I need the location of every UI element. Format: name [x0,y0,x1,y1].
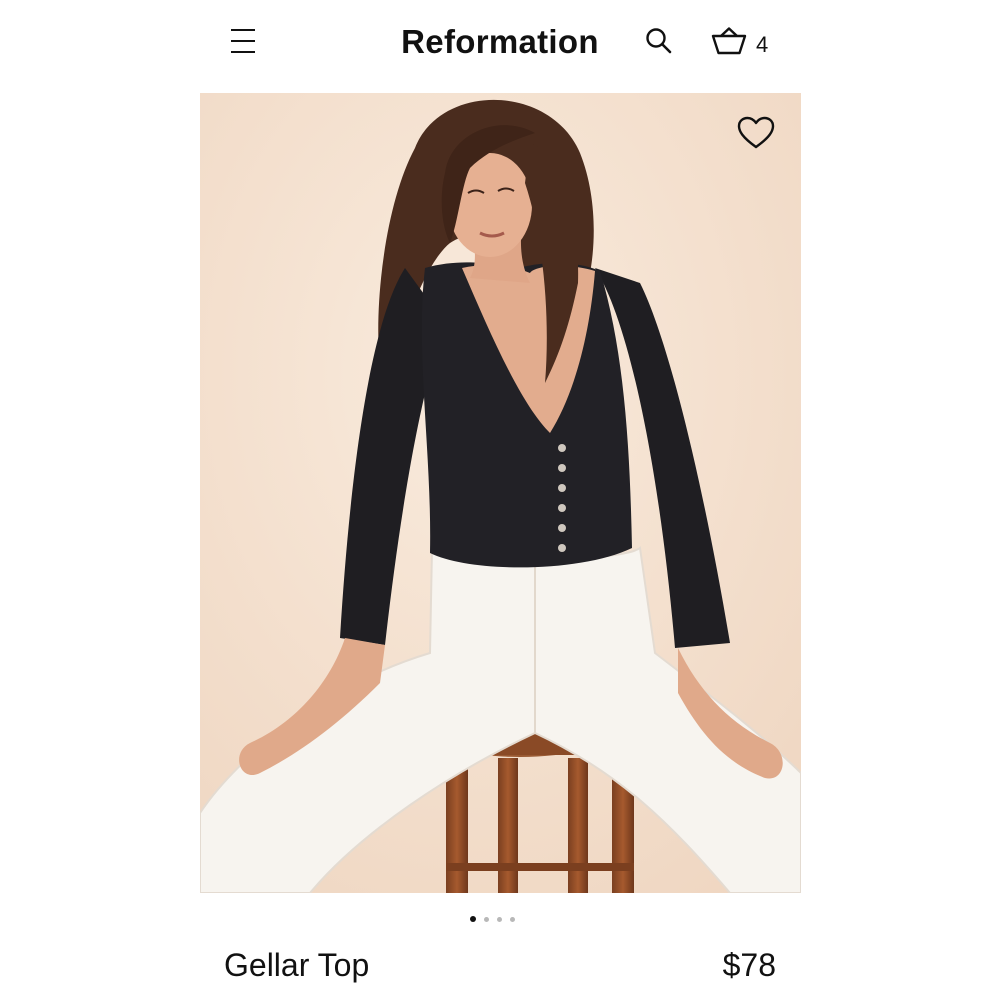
cart-button[interactable]: 4 [710,26,782,60]
carousel-dot-2[interactable] [484,916,489,922]
hamburger-menu-icon [231,29,255,53]
search-button[interactable] [644,26,674,56]
heart-outline-icon [737,116,775,149]
carousel-pagination [470,912,530,926]
product-price: $78 [722,947,776,983]
carousel-dot-3[interactable] [497,916,502,922]
wishlist-button[interactable] [736,115,776,151]
search-icon [646,28,672,54]
product-photo [200,93,801,893]
cart-count-badge: 4 [756,32,769,57]
product-image-carousel[interactable] [200,93,801,893]
product-name: Gellar Top [224,947,370,983]
carousel-dot-4[interactable] [510,916,515,922]
carousel-dot-1[interactable] [470,916,476,922]
menu-button[interactable] [228,24,258,58]
top-nav-bar: Reformation 4 [0,0,1000,88]
brand-logo[interactable]: Reformation [360,20,640,64]
basket-icon [711,27,747,55]
